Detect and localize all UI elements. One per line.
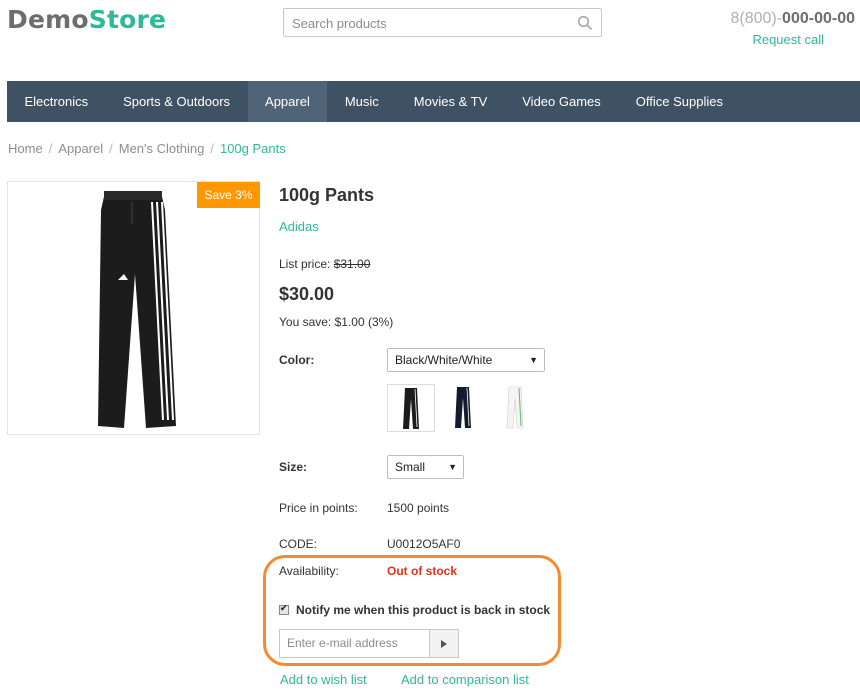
- breadcrumb-separator: /: [109, 141, 113, 156]
- breadcrumb-mens-clothing[interactable]: Men's Clothing: [119, 141, 205, 156]
- phone-number: 8(800)-000-00-00: [730, 10, 855, 28]
- breadcrumb-home[interactable]: Home: [8, 141, 43, 156]
- pants-navy-white-icon: [455, 387, 471, 428]
- breadcrumb: Home / Apparel / Men's Clothing / 100g Pants: [8, 141, 286, 156]
- product-title: 100g Pants: [279, 185, 375, 205]
- main-nav: Electronics Sports & Outdoors Apparel Mu…: [7, 81, 860, 122]
- pants-image-icon: [98, 191, 176, 428]
- points-value: 1500 points: [387, 501, 450, 515]
- list-price: List price: $31.00: [279, 257, 370, 271]
- nav-item-sports-outdoors[interactable]: Sports & Outdoors: [106, 81, 248, 122]
- list-price-label: List price:: [279, 257, 331, 271]
- chevron-down-icon: ▼: [529, 355, 538, 365]
- add-to-wish-list-link[interactable]: Add to wish list: [280, 672, 367, 687]
- logo-part-2: Store: [88, 5, 167, 34]
- add-to-comparison-list-link[interactable]: Add to comparison list: [401, 672, 529, 687]
- color-label: Color:: [279, 353, 315, 367]
- list-price-value: $31.00: [333, 257, 371, 271]
- pants-white-green-icon: [506, 386, 524, 429]
- nav-item-music[interactable]: Music: [327, 81, 396, 122]
- color-swatch-white[interactable]: [492, 384, 540, 432]
- breadcrumb-separator: /: [210, 141, 214, 156]
- discount-badge: Save 3%: [197, 182, 260, 208]
- nav-item-apparel[interactable]: Apparel: [247, 81, 328, 122]
- search-box: [283, 8, 602, 37]
- color-swatch-navy[interactable]: [440, 384, 488, 432]
- pants-black-white-icon: [403, 388, 419, 429]
- you-save: You save: $1.00 (3%): [279, 315, 394, 329]
- store-logo[interactable]: DemoStore: [7, 5, 166, 34]
- code-label: CODE:: [279, 537, 318, 551]
- search-icon[interactable]: [577, 15, 593, 31]
- logo-part-1: Demo: [7, 5, 89, 34]
- chevron-down-icon: ▼: [448, 462, 457, 472]
- color-select[interactable]: Black/White/White ▼: [387, 348, 545, 372]
- nav-item-electronics[interactable]: Electronics: [7, 81, 106, 122]
- nav-item-office-supplies[interactable]: Office Supplies: [618, 81, 740, 122]
- size-select-value: Small: [395, 460, 426, 474]
- code-value: U0012O5AF0: [387, 537, 461, 551]
- phone-main: 000-00-00: [782, 10, 855, 27]
- points-label: Price in points:: [279, 501, 358, 515]
- nav-item-movies-tv[interactable]: Movies & TV: [396, 81, 504, 122]
- color-swatch-black[interactable]: [387, 384, 435, 432]
- phone-prefix: 8(800)-: [730, 10, 783, 27]
- nav-item-video-games[interactable]: Video Games: [505, 81, 619, 122]
- request-call-link[interactable]: Request call: [752, 32, 824, 47]
- size-select[interactable]: Small ▼: [387, 455, 464, 479]
- product-price: $30.00: [279, 284, 335, 304]
- color-select-value: Black/White/White: [395, 353, 493, 367]
- breadcrumb-current: 100g Pants: [219, 141, 286, 156]
- breadcrumb-separator: /: [48, 141, 53, 156]
- search-input[interactable]: [292, 15, 572, 31]
- product-image[interactable]: [7, 181, 260, 435]
- breadcrumb-apparel[interactable]: Apparel: [58, 141, 103, 156]
- size-label: Size:: [279, 460, 308, 474]
- product-brand-link[interactable]: Adidas: [279, 219, 319, 234]
- highlight-outline: [263, 555, 561, 666]
